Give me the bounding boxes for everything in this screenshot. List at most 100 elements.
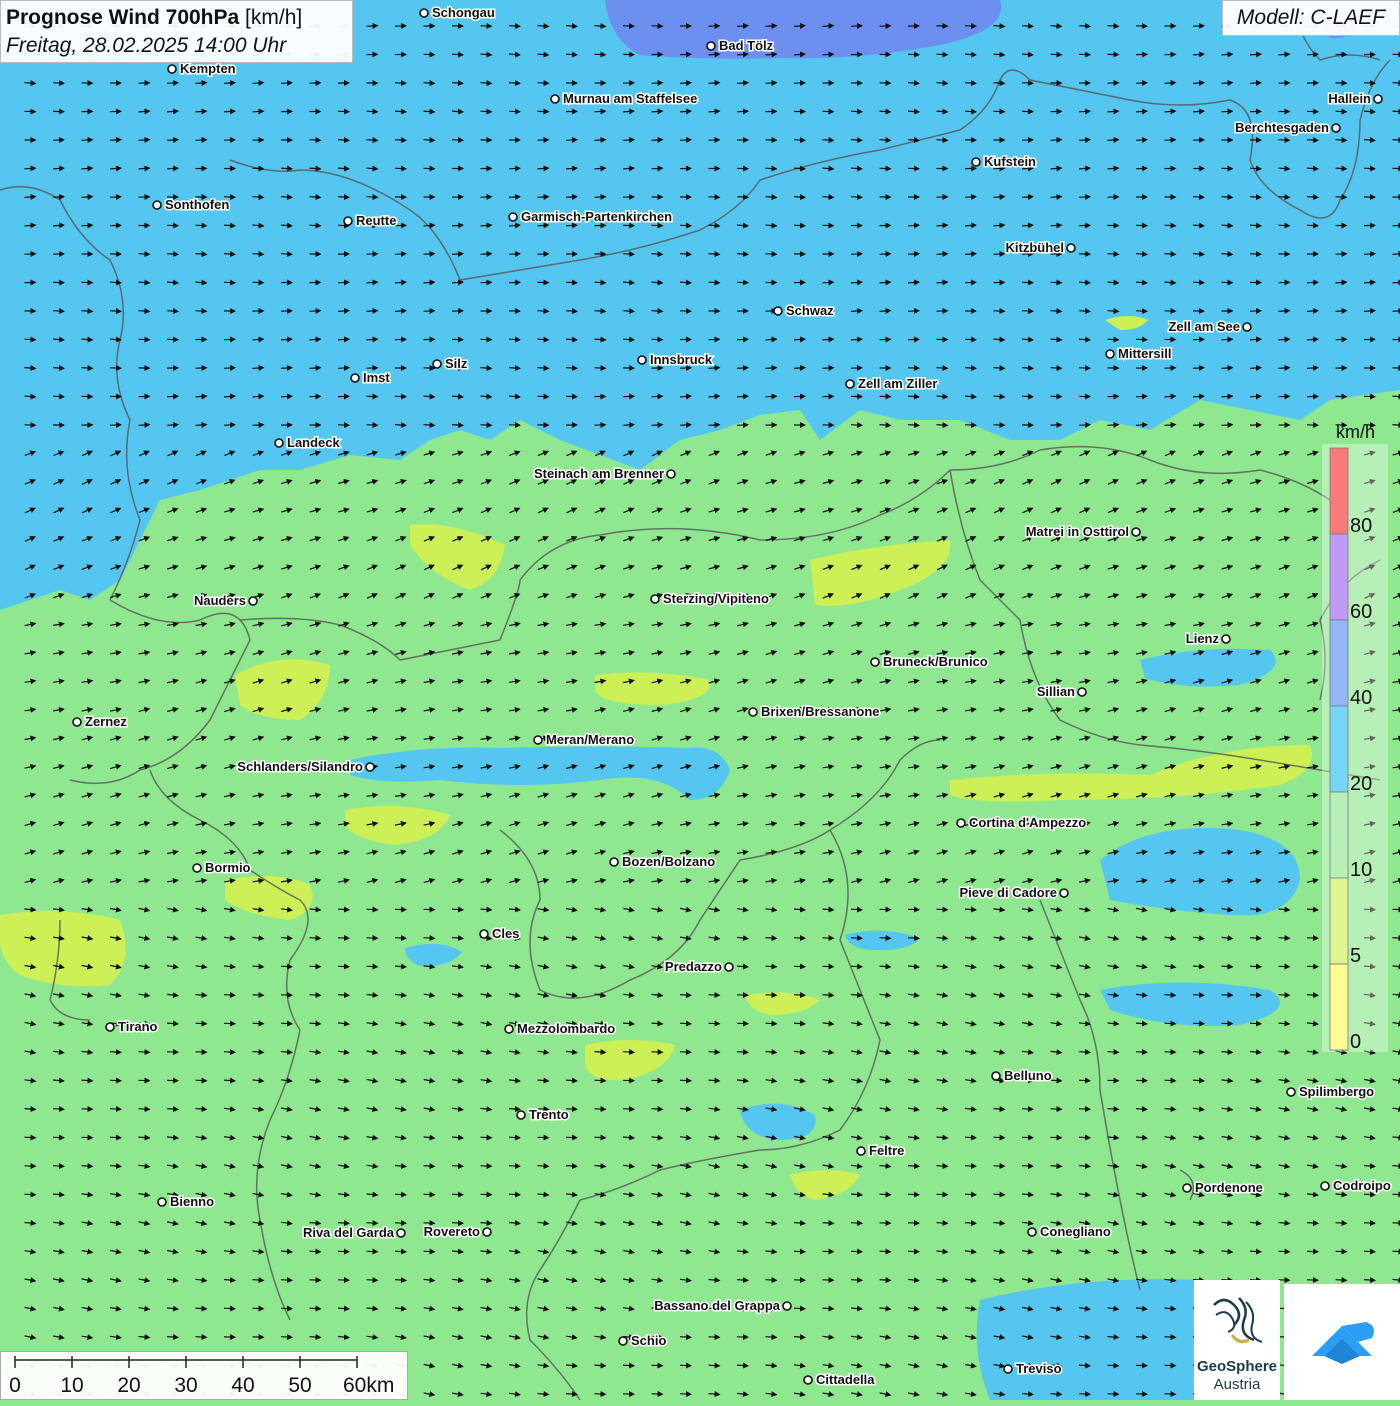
wind-arrow — [1051, 225, 1062, 226]
wind-arrow — [481, 425, 492, 426]
wind-arrow — [880, 1194, 891, 1195]
city-label: Nauders — [194, 593, 246, 608]
city-marker[interactable]: Garmisch-Partenkirchen — [509, 209, 672, 224]
wind-arrow — [82, 311, 93, 312]
legend-label: 80 — [1350, 515, 1372, 537]
wind-arrow — [709, 396, 720, 397]
city-marker[interactable]: Sonthofen — [153, 197, 229, 212]
city-dot — [1222, 635, 1230, 643]
wind-arrow — [965, 368, 976, 369]
wind-arrow — [1336, 1280, 1347, 1281]
wind-arrow — [1051, 1166, 1062, 1167]
wind-arrow — [823, 197, 834, 198]
wind-arrow — [566, 1166, 577, 1167]
geosphere-logo[interactable]: GeoSphere Austria — [1194, 1280, 1280, 1400]
wind-arrow — [1193, 425, 1204, 426]
legend-label: 60 — [1350, 601, 1372, 623]
wind-arrow — [1193, 111, 1204, 112]
city-dot — [517, 1111, 525, 1119]
city-marker[interactable]: Steinach am Brenner — [534, 466, 675, 481]
wind-arrow — [851, 111, 862, 112]
wind-arrow — [338, 339, 349, 340]
wind-arrow — [623, 26, 634, 27]
wind-arrow — [281, 197, 292, 198]
wind-arrow — [965, 111, 976, 112]
wind-arrow — [937, 225, 948, 226]
city-dot — [1132, 528, 1140, 536]
city-marker[interactable]: Schlanders/Silandro — [237, 759, 374, 774]
wind-arrow — [908, 83, 919, 84]
wind-arrow — [1307, 909, 1318, 910]
wind-arrow — [680, 282, 691, 283]
wind-arrow — [965, 254, 976, 255]
wind-arrow — [880, 282, 891, 283]
city-marker[interactable]: Conegliano — [1028, 1224, 1111, 1239]
city-label: Berchtesgaden — [1235, 120, 1329, 135]
city-marker[interactable]: Murnau am Staffelsee — [551, 91, 697, 106]
wind-arrow — [82, 368, 93, 369]
wind-arrow — [139, 311, 150, 312]
city-label: Innsbruck — [650, 352, 713, 367]
wind-arrow — [823, 168, 834, 169]
city-dot — [846, 380, 854, 388]
wind-arrow — [1364, 311, 1375, 312]
wind-arrow — [224, 1052, 235, 1053]
city-marker[interactable]: Berchtesgaden — [1235, 120, 1340, 135]
city-marker[interactable]: Bozen/Bolzano — [610, 854, 715, 869]
city-marker[interactable]: Riva del Garda — [303, 1225, 405, 1240]
geosphere-logo-icon — [1194, 1280, 1280, 1360]
scale-label: 10 — [60, 1374, 83, 1397]
wind-arrow — [1193, 254, 1204, 255]
city-marker[interactable]: Mezzolombardo — [505, 1021, 615, 1036]
wind-arrow — [1364, 1194, 1375, 1195]
wind-arrow — [880, 966, 891, 967]
wind-arrow — [1051, 140, 1062, 141]
wind-arrow — [680, 1080, 691, 1081]
wind-arrow — [566, 197, 577, 198]
wind-arrow — [53, 1166, 64, 1167]
wind-arrow — [196, 111, 207, 112]
wind-map[interactable]: SchongauBad TölzKemptenMurnau am Staffel… — [0, 0, 1400, 1400]
wind-arrow — [1079, 140, 1090, 141]
wind-arrow — [965, 1137, 976, 1138]
city-marker[interactable]: Schongau — [420, 5, 495, 20]
wind-arrow — [1250, 339, 1261, 340]
city-marker[interactable]: Sterzing/Vipiteno — [651, 591, 769, 606]
wind-arrow — [1022, 225, 1033, 226]
wind-arrow — [1193, 396, 1204, 397]
city-marker[interactable]: Zell am See — [1168, 319, 1251, 334]
wind-arrow — [1108, 1365, 1119, 1366]
wind-arrow — [367, 1223, 378, 1224]
city-marker[interactable]: Pieve di Cadore — [959, 885, 1068, 900]
wind-arrow — [25, 168, 36, 169]
wind-arrow — [709, 111, 720, 112]
wind-arrow — [1136, 396, 1147, 397]
wind-arrow — [1193, 225, 1204, 226]
city-marker[interactable]: Zell am Ziller — [846, 376, 937, 391]
wind-arrow — [53, 83, 64, 84]
wind-arrow — [367, 339, 378, 340]
city-marker[interactable]: Brixen/Bressanone — [749, 704, 880, 719]
wind-arrow — [766, 225, 777, 226]
city-marker[interactable]: Bruneck/Brunico — [871, 654, 988, 669]
city-dot — [1183, 1184, 1191, 1192]
city-dot — [249, 597, 257, 605]
city-marker[interactable]: Pordenone — [1183, 1180, 1263, 1195]
wind-arrow — [424, 254, 435, 255]
city-marker[interactable]: Innsbruck — [638, 352, 713, 367]
wind-arrow — [1079, 1394, 1090, 1395]
city-marker[interactable]: Bassano del Grappa — [654, 1298, 791, 1313]
wind-arrow — [794, 168, 805, 169]
wind-arrow — [1051, 197, 1062, 198]
weather-app-logo[interactable] — [1284, 1284, 1400, 1400]
wind-arrow — [509, 197, 520, 198]
wind-arrow — [908, 1251, 919, 1252]
wind-arrow — [566, 1080, 577, 1081]
city-marker[interactable]: Spilimbergo — [1287, 1084, 1374, 1099]
wind-arrow — [652, 425, 663, 426]
city-marker[interactable]: Meran/Merano — [534, 732, 634, 747]
city-marker[interactable]: Cortina d'Ampezzo — [957, 815, 1086, 830]
wind-arrow — [623, 168, 634, 169]
city-marker[interactable]: Matrei in Osttirol — [1026, 524, 1140, 539]
wind-arrow — [253, 425, 264, 426]
